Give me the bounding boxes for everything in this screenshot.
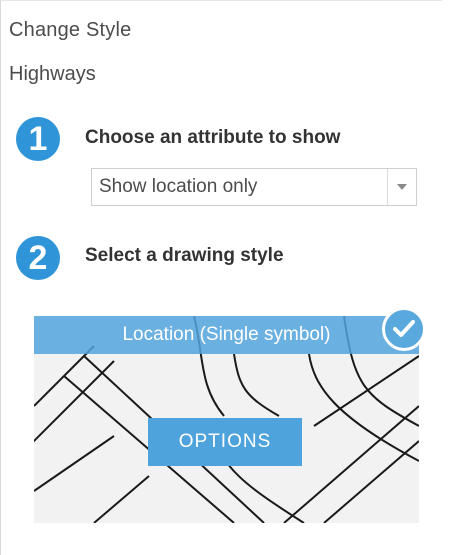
- checkmark-icon: [382, 307, 426, 351]
- step-2-badge: 2: [16, 236, 60, 280]
- attribute-select-value: Show location only: [99, 176, 258, 197]
- style-name-banner: Location (Single symbol): [34, 316, 419, 354]
- layer-name: Highways: [9, 63, 96, 85]
- step-2-label: Select a drawing style: [85, 245, 284, 266]
- attribute-select[interactable]: Show location only: [91, 168, 417, 206]
- step-1-label: Choose an attribute to show: [85, 127, 341, 148]
- options-button[interactable]: OPTIONS: [148, 418, 302, 466]
- step-1-badge: 1: [16, 117, 60, 161]
- caret-down-icon[interactable]: [387, 169, 416, 205]
- change-style-panel: Change Style Highways 1 Choose an attrib…: [0, 0, 442, 555]
- panel-title: Change Style: [9, 19, 132, 41]
